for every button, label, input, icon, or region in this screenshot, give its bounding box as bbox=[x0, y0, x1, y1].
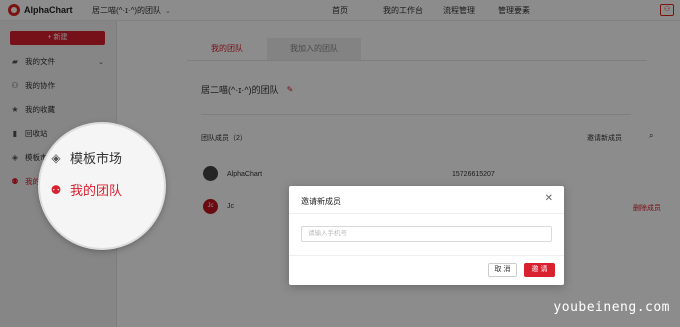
team-icon: ⚉ bbox=[50, 182, 62, 197]
invite-button[interactable]: 邀 请 bbox=[524, 263, 555, 277]
close-icon[interactable]: ✕ bbox=[545, 193, 553, 204]
watermark: youbeineng.com bbox=[553, 300, 670, 315]
divider bbox=[289, 255, 564, 256]
divider bbox=[289, 213, 564, 214]
phone-input[interactable]: 请输入手机号 bbox=[301, 226, 552, 242]
magnifier-callout: ◈ 模板市场 ⚉ 我的团队 bbox=[40, 124, 164, 248]
invite-member-dialog: 邀请新成员 ✕ 请输入手机号 取 消 邀 请 bbox=[289, 186, 564, 285]
cancel-button[interactable]: 取 消 bbox=[488, 263, 517, 277]
magnified-templates-item: ◈ 模板市场 bbox=[48, 148, 122, 167]
magnified-my-team-item: ⚉ 我的团队 bbox=[48, 180, 122, 199]
dialog-title: 邀请新成员 bbox=[301, 197, 341, 206]
layers-icon: ◈ bbox=[51, 150, 61, 165]
